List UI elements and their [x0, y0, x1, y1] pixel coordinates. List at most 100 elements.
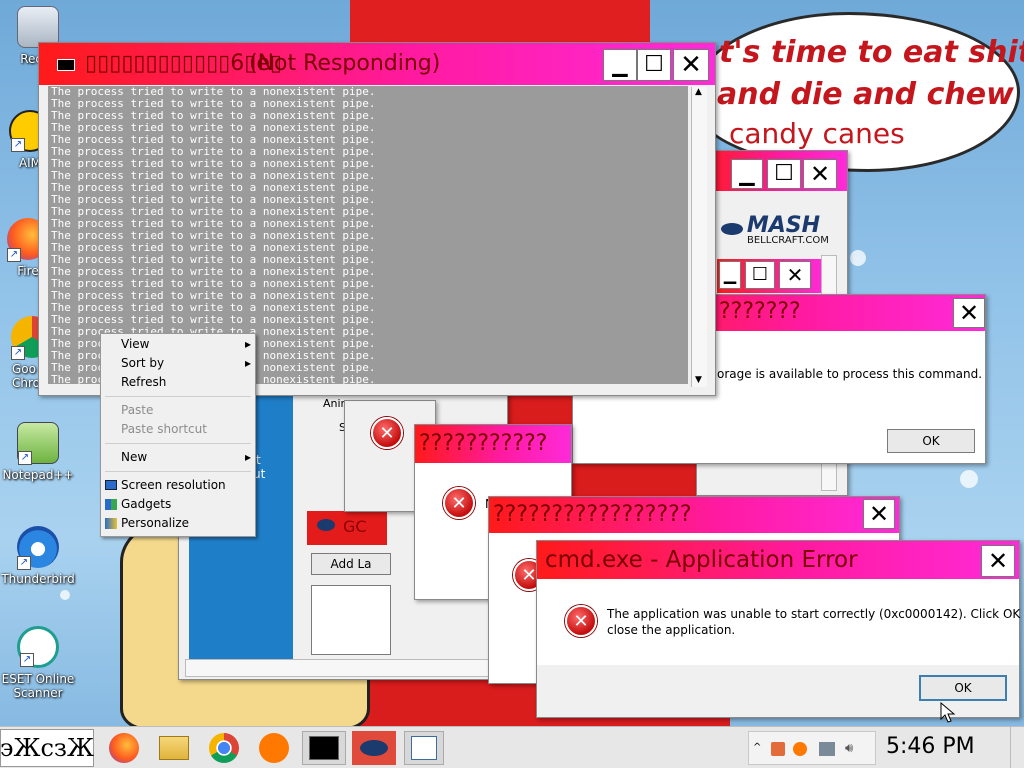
clock[interactable]: 5:46 PM: [886, 734, 975, 759]
menu-item-new[interactable]: New ▸: [121, 448, 251, 467]
desktop-icon-label: Thunderbird: [1, 572, 75, 586]
error-icon: ✕: [565, 605, 597, 637]
desktop-icon-notepadpp[interactable]: ↗ Notepad++: [0, 422, 78, 482]
close-button[interactable]: ✕: [953, 298, 985, 328]
menu-item-refresh[interactable]: Refresh: [121, 373, 166, 392]
mash-icon: [317, 519, 335, 531]
application-error-dialog: cmd.exe - Application Error ✕ ✕ The appl…: [536, 540, 1024, 718]
desktop-context-menu: View ▸ Sort by ▸ Refresh Paste Paste short…: [100, 333, 256, 537]
avast-icon: [259, 733, 289, 763]
desktop-icon-eset[interactable]: ↗ ESET Online Scanner: [0, 626, 78, 700]
show-hidden-icons-icon[interactable]: ^: [753, 742, 761, 753]
ok-button[interactable]: OK: [887, 429, 975, 453]
error-icon: ✕: [443, 487, 475, 519]
question-titlebar: ?????????????????: [489, 497, 899, 533]
desktop-icon-label: Notepad++: [2, 468, 74, 482]
speech-bubble: t's time to eat shit and die and chew ca…: [690, 12, 1024, 172]
taskbar-mash[interactable]: [352, 731, 396, 765]
minimize-button[interactable]: ▁: [731, 159, 763, 189]
minimize-button[interactable]: ▁: [603, 49, 637, 81]
close-button[interactable]: ✕: [673, 49, 709, 81]
bubble-line-3: candy canes: [729, 117, 905, 150]
mouse-pointer-icon: [940, 702, 956, 723]
close-button[interactable]: ✕: [803, 159, 837, 189]
start-label: эЖсзЖ: [0, 734, 94, 762]
maximize-button[interactable]: ☐: [767, 159, 801, 189]
text-area[interactable]: [311, 585, 391, 655]
snowflake: [60, 590, 70, 600]
show-desktop-button[interactable]: [1010, 727, 1024, 768]
taskbar-chrome[interactable]: [206, 731, 242, 765]
notepad-plus-plus-icon: ↗: [17, 422, 59, 465]
submenu-arrow-icon: ▸: [244, 356, 251, 370]
close-button[interactable]: ✕: [779, 261, 811, 289]
gadgets-icon: [105, 499, 117, 510]
thunderbird-icon: ↗: [17, 526, 59, 570]
add-label-button[interactable]: Add La: [311, 553, 391, 575]
console-title-status: (Not Responding): [249, 51, 441, 76]
mash-logo-icon: [721, 222, 743, 235]
taskbar: эЖсзЖ ^ 🔊︎ 5:46 PM: [0, 726, 1024, 768]
menu-item-paste-shortcut: Paste shortcut: [121, 422, 207, 436]
file-explorer-icon: [159, 736, 189, 760]
submenu-arrow-icon: ▸: [244, 337, 251, 351]
chrome-icon: [209, 733, 239, 763]
taskbar-firefox[interactable]: [106, 731, 142, 765]
network-icon[interactable]: [819, 742, 835, 756]
personalize-icon: [105, 518, 117, 529]
snowflake: [960, 470, 978, 488]
gc-title: GC: [343, 517, 367, 536]
mash-icon: [360, 740, 388, 756]
gc-titlebar: GC: [307, 511, 387, 545]
shortcut-arrow-icon: ↗: [7, 248, 21, 262]
app-error-message-line-2: close the application.: [607, 623, 736, 637]
scroll-up-icon[interactable]: ▲: [695, 87, 702, 97]
bubble-line-2: and die and chew: [717, 77, 1014, 112]
shortcut-arrow-icon: ↗: [20, 653, 34, 667]
bubble-line-1: t's time to eat shit: [719, 35, 1024, 70]
app-error-title: cmd.exe - Application Error: [545, 547, 858, 573]
menu-separator: [105, 396, 251, 397]
close-button[interactable]: ✕: [863, 499, 895, 529]
mid-titlebar: ???????????: [415, 425, 571, 463]
taskbar-avast[interactable]: [256, 731, 292, 765]
app-error-titlebar[interactable]: cmd.exe - Application Error: [537, 541, 1019, 579]
menu-item-gadgets[interactable]: Gadgets: [121, 495, 171, 514]
action-center-icon[interactable]: [771, 742, 785, 756]
scroll-down-icon[interactable]: ▼: [695, 375, 702, 385]
taskbar-cmd[interactable]: [302, 731, 346, 765]
horizontal-scrollbar[interactable]: [185, 659, 505, 677]
desktop-icon-thunderbird[interactable]: ↗ Thunderbird: [0, 526, 78, 586]
submenu-arrow-icon: ▸: [244, 450, 251, 464]
minimize-button[interactable]: ▁: [719, 261, 741, 289]
notepad-icon: [411, 736, 437, 760]
error-icon: ✕: [371, 417, 403, 449]
start-button[interactable]: эЖсзЖ: [0, 729, 94, 767]
menu-item-sort-by[interactable]: Sort by ▸: [121, 354, 251, 373]
eset-icon: ↗: [17, 626, 59, 668]
menu-item-personalize[interactable]: Personalize: [121, 514, 189, 533]
question-title: ?????????????????: [493, 502, 692, 527]
storage-title: ???????: [719, 299, 801, 324]
taskbar-file-explorer[interactable]: [156, 731, 192, 765]
maximize-button[interactable]: ☐: [637, 49, 671, 81]
menu-separator: [105, 471, 251, 472]
volume-icon[interactable]: 🔊︎: [845, 741, 853, 756]
snowflake: [850, 250, 866, 266]
close-button[interactable]: ✕: [981, 545, 1015, 577]
storage-message: orage is available to process this comma…: [717, 367, 983, 381]
cmd-icon: [309, 736, 339, 760]
shortcut-arrow-icon: ↗: [17, 556, 31, 570]
sidebar-text-t: t: [256, 453, 261, 467]
maximize-button[interactable]: ☐: [745, 261, 775, 289]
ok-button[interactable]: OK: [919, 675, 1007, 701]
menu-item-screen-resolution[interactable]: Screen resolution: [121, 476, 226, 495]
menu-separator: [105, 443, 251, 444]
menu-item-view[interactable]: View ▸: [121, 335, 251, 354]
avast-tray-icon[interactable]: [793, 742, 807, 756]
mid-title: ???????????: [419, 431, 548, 456]
app-error-message-line-1: The application was unable to start corr…: [607, 607, 1024, 621]
console-scrollbar[interactable]: ▲ ▼: [691, 87, 707, 387]
taskbar-notepad[interactable]: [404, 731, 444, 765]
shortcut-arrow-icon: ↗: [11, 138, 25, 152]
